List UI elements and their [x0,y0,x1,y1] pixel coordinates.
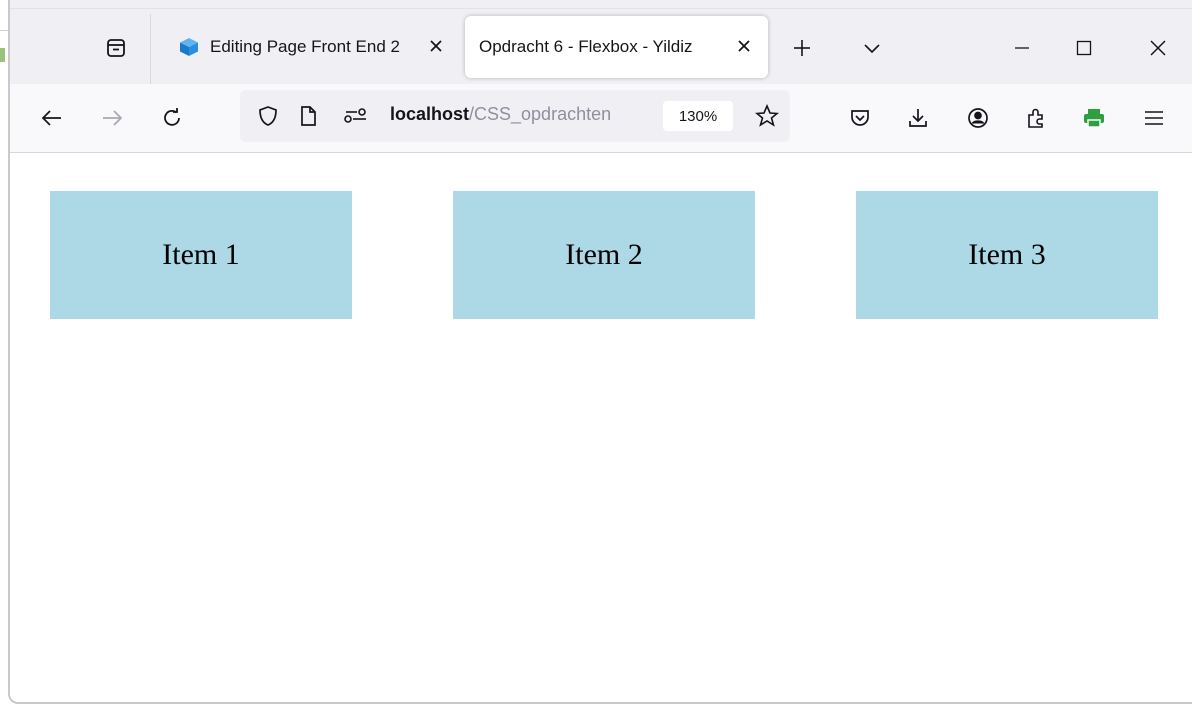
item-label: Item 1 [162,238,240,271]
firefox-view-button[interactable] [98,30,134,66]
left-edge [0,0,8,704]
app-menu-button[interactable] [1136,100,1172,136]
close-window-button[interactable] [1140,30,1176,66]
extensions-button[interactable] [1018,100,1054,136]
tab-editing-page[interactable]: Editing Page Front End 2 [160,16,460,78]
permissions-button[interactable] [340,102,372,130]
permissions-icon [344,108,366,123]
printer-icon [1084,109,1104,128]
close-tab-button[interactable] [732,34,756,58]
new-tab-button[interactable] [784,30,820,66]
flex-item-3: Item 3 [856,191,1158,319]
download-icon [909,109,927,127]
tab-title: Editing Page Front End 2 [210,37,400,56]
item-label: Item 2 [565,238,643,271]
close-icon [1150,40,1166,56]
item-label: Item 3 [968,238,1046,271]
puzzle-icon [1028,108,1043,128]
cube-icon [180,38,198,56]
plus-icon [794,40,810,56]
arrow-left-icon [41,110,61,126]
close-tab-button[interactable] [424,34,448,58]
url-bar[interactable]: localhost/CSS_opdrachten 130% [240,90,790,142]
browser-window: Editing Page Front End 2 Opdracht 6 - Fl… [8,0,1192,704]
url-host: localhost [390,104,470,124]
star-icon [755,104,779,127]
url-text[interactable]: localhost/CSS_opdrachten [390,104,655,125]
hamburger-menu-icon [1145,111,1163,125]
close-icon [738,40,750,52]
flex-item-2: Item 2 [453,191,755,319]
tab-strip: Editing Page Front End 2 Opdracht 6 - Fl… [10,0,1192,84]
minimize-button[interactable] [1004,30,1040,66]
pocket-button[interactable] [842,100,878,136]
minimize-icon [1015,47,1029,49]
account-button[interactable] [960,100,996,136]
firefox-view-icon [107,39,125,57]
zoom-reset-button[interactable]: 130% [663,101,733,131]
tracking-protection-button[interactable] [254,102,282,130]
tab-title: Opdracht 6 - Flexbox - Yildiz [479,37,693,56]
page-icon [301,106,316,126]
page-content: Item 1 Item 2 Item 3 [10,153,1192,702]
print-button[interactable] [1076,100,1112,136]
url-path: /CSS_opdrachten [469,104,612,124]
maximize-icon [1076,40,1092,56]
back-button[interactable] [34,100,70,136]
arrow-right-icon [103,110,123,126]
forward-button[interactable] [94,100,130,136]
page-info-button[interactable] [294,102,322,130]
shield-icon [259,106,277,126]
chevron-down-icon [864,44,880,54]
list-all-tabs-button[interactable] [854,30,890,66]
account-icon [968,108,988,128]
downloads-button[interactable] [900,100,936,136]
maximize-button[interactable] [1066,30,1102,66]
reload-icon [164,108,180,126]
reload-button[interactable] [154,100,190,136]
flex-item-1: Item 1 [50,191,352,319]
close-icon [430,40,442,52]
tab-opdracht-6[interactable]: Opdracht 6 - Flexbox - Yildiz [465,16,768,78]
navigation-bar: localhost/CSS_opdrachten 130% [10,84,1192,153]
bookmark-button[interactable] [752,101,782,131]
pocket-icon [851,110,869,126]
